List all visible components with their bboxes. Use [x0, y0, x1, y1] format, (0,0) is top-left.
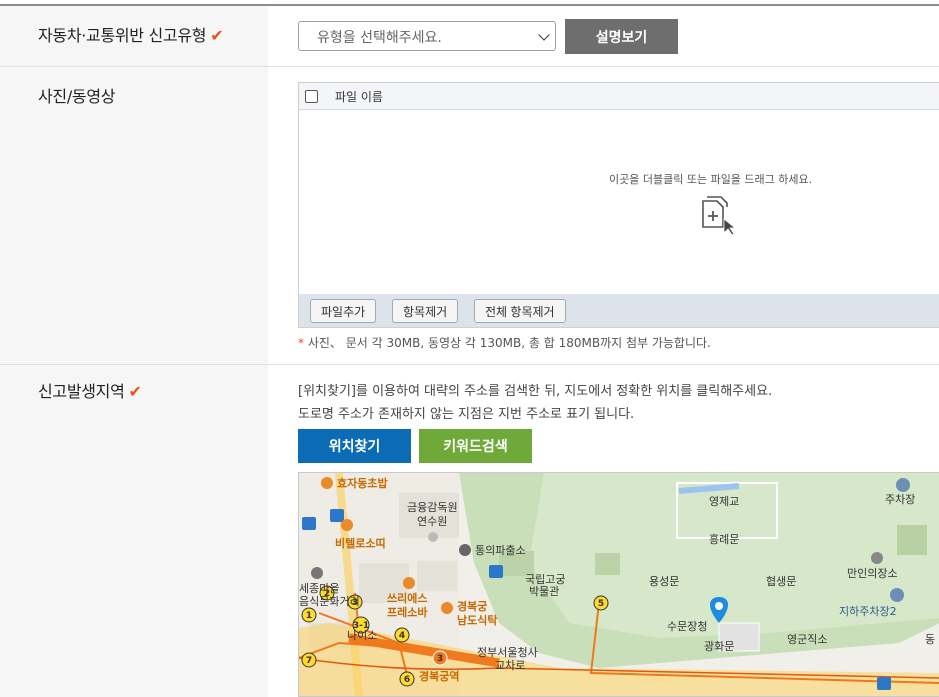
bus-stop-icon: [489, 565, 503, 578]
map-label-jeongbu-2: 교차로: [495, 659, 525, 672]
route-marker-5: 5: [598, 599, 604, 609]
parking-icon: [896, 478, 910, 492]
route-marker-3b: 3: [437, 654, 443, 664]
location-label-cell: 신고발생지역 ✔: [0, 365, 268, 697]
bus-stop-icon: [877, 677, 891, 690]
route-marker-7: 7: [306, 656, 312, 666]
route-marker-4: 4: [399, 631, 405, 641]
map-label-bitello: 비텔로소띠: [335, 536, 386, 550]
report-type-label-cell: 자동차·교통위반 신고유형 ✔: [0, 6, 268, 66]
map-label-hyoja: 효자동초밥: [337, 476, 388, 490]
select-all-checkbox[interactable]: [305, 90, 318, 103]
location-label-text: 신고발생지역: [38, 382, 125, 401]
map-canvas[interactable]: 1 2 3 3-1 4 5 6 7 3 효자동초밥 금융감독원 연수원 비텔로소…: [299, 473, 939, 697]
map-label-yeonggunjiso: 영군직소: [787, 633, 827, 646]
file-list-header: 파일 이름: [299, 83, 939, 110]
map-label-gbg-2: 남도식탁: [457, 613, 497, 627]
bus-stop-icon: [330, 509, 344, 522]
map-label-gwanghwamun: 광화문: [704, 640, 734, 653]
file-name-column-header: 파일 이름: [335, 90, 383, 104]
location-instructions-1: [위치찾기]를 이용하여 대략의 주소를 검색한 뒤, 지도에서 정확한 위치를…: [298, 384, 773, 399]
file-action-bar: 파일추가 항목제거 전체 항목제거: [299, 294, 939, 327]
required-check-icon: ✔: [210, 26, 224, 45]
map-label-jjuri-2: 프레소바: [387, 605, 428, 619]
map-label-heungnyemun: 흥례문: [709, 532, 739, 546]
map-label-naeiso: 나이소: [347, 629, 377, 642]
file-add-icon: [702, 196, 737, 235]
parking-icon: [890, 588, 904, 602]
police-icon: [459, 544, 471, 556]
map-label-gungnip-2: 박물관: [529, 585, 559, 598]
map-label-sejong-2: 음식문화거리: [299, 595, 360, 608]
location-instructions-2: 도로명 주소가 존재하지 않는 지점은 지번 주소로 표기 됩니다.: [298, 407, 635, 422]
map-label-jjuri-1: 쓰리에스: [387, 591, 427, 605]
drop-zone-message: 이곳을 더블클릭 또는 파일을 드래그 하세요.: [609, 173, 813, 186]
file-uploader[interactable]: 파일 이름 이곳을 더블클릭 또는 파일을 드래그 하세요. 파일추가 항목제거…: [298, 82, 939, 328]
report-type-label: 자동차·교통위반 신고유형 ✔: [38, 22, 224, 46]
building-block: [595, 553, 620, 575]
note-text: 사진、 문서 각 30MB, 동영상 각 130MB, 총 합 180MB까지 …: [307, 336, 711, 350]
keyword-search-button[interactable]: 키워드검색: [419, 429, 532, 463]
building-block: [897, 525, 927, 555]
map-label-dong: 동: [925, 633, 935, 646]
map-label-yeongjegyo: 영제교: [709, 495, 739, 508]
map-label-sejong-1: 세종마을: [299, 582, 339, 595]
chevron-down-icon: [538, 29, 550, 41]
find-location-button[interactable]: 위치찾기: [298, 429, 411, 463]
map-label-geumyung: 금융감독원: [407, 501, 458, 514]
remove-item-button[interactable]: 항목제거: [392, 299, 459, 323]
map-label-tongui: 통의파출소: [475, 544, 526, 557]
restaurant-icon: [321, 477, 333, 489]
map-label-sumunjang: 수문장청: [667, 620, 707, 633]
report-type-select[interactable]: 유형을 선택해주세요.: [298, 21, 556, 51]
map-label-yongseongmun: 용성문: [649, 575, 679, 588]
location-label: 신고발생지역 ✔: [38, 378, 142, 402]
required-check-icon: ✔: [128, 382, 142, 401]
map-label-parking-1: 주차장: [885, 493, 915, 506]
map-label-gbg-1: 경복궁: [457, 599, 487, 613]
cafe-icon: [403, 577, 415, 589]
place-icon: [428, 532, 438, 542]
map-label-jeongbu-1: 정부서울청사: [477, 646, 538, 659]
building-block: [417, 561, 457, 591]
map-label-hyeopsaengmun: 협생문: [766, 575, 796, 588]
restaurant-icon: [341, 519, 353, 531]
note-asterisk: *: [298, 336, 304, 350]
map-label-parking-2: 지하주차장2: [839, 604, 897, 618]
report-type-label-text: 자동차·교통위반 신고유형: [38, 26, 207, 45]
report-type-select-value: 유형을 선택해주세요.: [317, 30, 442, 46]
attachment-size-note: * 사진、 문서 각 30MB, 동영상 각 130MB, 총 합 180MB까…: [298, 334, 711, 351]
remove-all-items-button[interactable]: 전체 항목제거: [474, 299, 566, 323]
explain-button[interactable]: 설명보기: [565, 19, 678, 54]
place-icon: [871, 552, 883, 564]
route-marker-1: 1: [306, 611, 312, 621]
place-icon: [311, 567, 323, 579]
bus-stop-icon: [302, 517, 316, 530]
map-label-manin: 만인의장소: [847, 567, 898, 580]
route-marker-6: 6: [404, 675, 410, 685]
media-label: 사진/동영상: [38, 87, 116, 106]
add-file-button[interactable]: 파일추가: [310, 299, 377, 323]
map-label-yeonsuwon: 연수원: [417, 515, 447, 528]
location-map[interactable]: 1 2 3 3-1 4 5 6 7 3 효자동초밥 금융감독원 연수원 비텔로소…: [298, 472, 939, 697]
media-label-cell: 사진/동영상: [0, 67, 268, 364]
restaurant-icon: [441, 602, 453, 614]
map-label-gyeongbokgung-station: 경복궁역: [419, 669, 459, 683]
